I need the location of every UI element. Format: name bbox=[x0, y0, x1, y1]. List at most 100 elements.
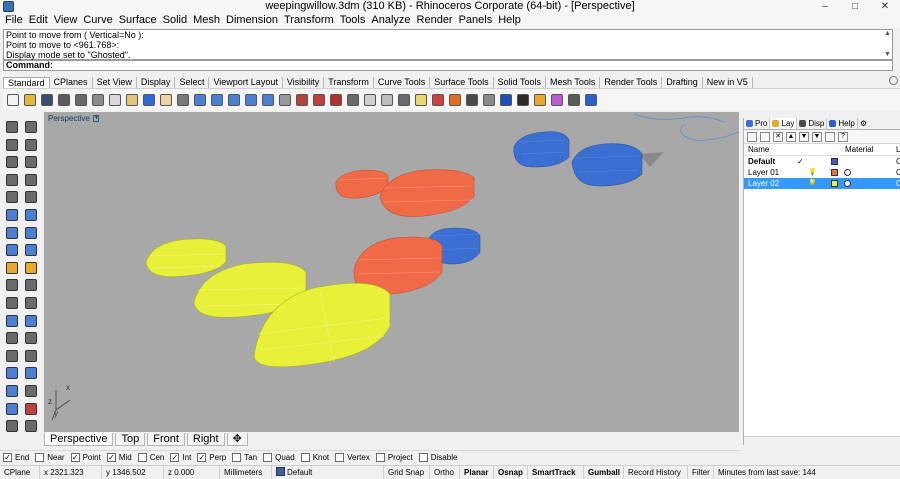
new-icon[interactable] bbox=[5, 92, 21, 108]
import-icon[interactable] bbox=[73, 92, 89, 108]
move-down-icon[interactable]: ▼ bbox=[799, 131, 809, 142]
drafting-icon[interactable] bbox=[4, 418, 20, 434]
polygon-icon[interactable] bbox=[23, 172, 39, 188]
grid-icon[interactable] bbox=[311, 92, 327, 108]
filter-toggle[interactable]: Filter bbox=[688, 465, 714, 479]
horizontal-scrollbar[interactable] bbox=[744, 436, 900, 445]
rendered-icon[interactable] bbox=[498, 92, 514, 108]
menu-solid[interactable]: Solid bbox=[160, 13, 190, 28]
layer-material-icon[interactable] bbox=[844, 180, 851, 187]
units-label[interactable]: Millimeters bbox=[220, 465, 272, 479]
layer-tools-icon[interactable] bbox=[825, 131, 835, 142]
checkbox[interactable] bbox=[137, 453, 147, 462]
maximize-icon[interactable]: □ bbox=[840, 0, 870, 13]
menu-help[interactable]: Help bbox=[495, 13, 524, 28]
tab-surface-tools[interactable]: Surface Tools bbox=[430, 77, 494, 88]
osnap-vertex[interactable]: Vertex bbox=[335, 453, 370, 462]
layer-help-icon[interactable]: ? bbox=[838, 131, 848, 142]
move-icon[interactable] bbox=[4, 313, 20, 329]
layer-current-mark[interactable]: ✓ bbox=[797, 157, 804, 166]
help-icon[interactable] bbox=[583, 92, 599, 108]
osnap-end[interactable]: ✓ End bbox=[3, 453, 29, 462]
osnap-disable[interactable]: Disable bbox=[418, 453, 457, 462]
current-layer[interactable]: Default bbox=[272, 465, 384, 479]
wireframe-icon[interactable] bbox=[464, 92, 480, 108]
array-icon[interactable] bbox=[23, 348, 39, 364]
undo-icon[interactable] bbox=[141, 92, 157, 108]
filter-icon[interactable] bbox=[566, 92, 582, 108]
command-line[interactable]: Command: bbox=[3, 60, 893, 71]
layer-material-icon[interactable] bbox=[844, 169, 851, 176]
ellipse-icon[interactable] bbox=[4, 189, 20, 205]
tab-visibility[interactable]: Visibility bbox=[283, 77, 325, 88]
menu-curve[interactable]: Curve bbox=[80, 13, 115, 28]
checkbox[interactable] bbox=[375, 453, 385, 462]
checkbox[interactable]: ✓ bbox=[197, 453, 207, 462]
menu-panels[interactable]: Panels bbox=[456, 13, 496, 28]
view-tab-front[interactable]: Front bbox=[147, 433, 185, 446]
freeform-icon[interactable] bbox=[23, 189, 39, 205]
layer-color-swatch[interactable] bbox=[831, 180, 838, 187]
polyline-icon[interactable] bbox=[4, 137, 20, 153]
tab-render-tools[interactable]: Render Tools bbox=[600, 77, 663, 88]
layer-color-swatch[interactable] bbox=[831, 169, 838, 176]
light-icon[interactable] bbox=[413, 92, 429, 108]
named-view-icon[interactable] bbox=[277, 92, 293, 108]
shaded-icon[interactable] bbox=[481, 92, 497, 108]
pan-icon[interactable] bbox=[158, 92, 174, 108]
layer-row[interactable]: Layer 01 💡 C bbox=[744, 167, 900, 178]
join-icon[interactable] bbox=[23, 260, 39, 276]
scroll-up-icon[interactable]: ▲ bbox=[884, 30, 892, 38]
tab-standard[interactable]: Standard bbox=[3, 77, 50, 88]
tab-transform[interactable]: Transform bbox=[324, 77, 374, 88]
layer-row[interactable]: Layer 02 💡 C bbox=[744, 178, 900, 189]
move-up-icon[interactable]: ▲ bbox=[786, 131, 796, 142]
close-icon[interactable]: ✕ bbox=[870, 0, 900, 13]
menu-transform[interactable]: Transform bbox=[281, 13, 337, 28]
select-icon[interactable] bbox=[345, 92, 361, 108]
checkbox[interactable]: ✓ bbox=[170, 453, 180, 462]
circle-icon[interactable] bbox=[4, 154, 20, 170]
osnap-mid[interactable]: ✓ Mid bbox=[106, 453, 132, 462]
menu-analyze[interactable]: Analyze bbox=[368, 13, 413, 28]
tab-cplanes[interactable]: CPlanes bbox=[50, 77, 93, 88]
show-icon[interactable] bbox=[396, 92, 412, 108]
dimension-icon[interactable] bbox=[4, 365, 20, 381]
filter-layers-icon[interactable]: ▼ bbox=[812, 131, 822, 142]
add-viewport-icon[interactable]: ✥ bbox=[226, 433, 248, 446]
checkbox[interactable] bbox=[232, 453, 242, 462]
checkbox[interactable] bbox=[418, 453, 428, 462]
view-tab-top[interactable]: Top bbox=[115, 433, 146, 446]
grid-snap-toggle[interactable]: Grid Snap bbox=[384, 465, 430, 479]
menu-file[interactable]: File bbox=[2, 13, 26, 28]
copy-icon[interactable] bbox=[107, 92, 123, 108]
tab-display[interactable]: Display bbox=[137, 77, 176, 88]
rectangle-icon[interactable] bbox=[4, 172, 20, 188]
rotate-icon[interactable] bbox=[4, 330, 20, 346]
rotate-view-icon[interactable] bbox=[175, 92, 191, 108]
trim-icon[interactable] bbox=[4, 277, 20, 293]
panel-gear-icon[interactable]: ⚙ bbox=[858, 118, 869, 129]
planar-toggle[interactable]: Planar bbox=[460, 465, 494, 479]
four-view-icon[interactable] bbox=[294, 92, 310, 108]
color-wheel-icon[interactable] bbox=[447, 92, 463, 108]
osnap-near[interactable]: Near bbox=[35, 453, 65, 462]
split-icon[interactable] bbox=[23, 277, 39, 293]
select-arrow-icon[interactable] bbox=[4, 119, 20, 135]
osnap-int[interactable]: ✓ Int bbox=[170, 453, 191, 462]
gear-icon[interactable] bbox=[889, 76, 898, 85]
mesh-icon[interactable] bbox=[4, 242, 20, 258]
menu-view[interactable]: View bbox=[51, 13, 81, 28]
menu-tools[interactable]: Tools bbox=[337, 13, 369, 28]
scroll-down-icon[interactable]: ▼ bbox=[884, 51, 892, 59]
fillet-icon[interactable] bbox=[4, 295, 20, 311]
osnap-tan[interactable]: Tan bbox=[232, 453, 257, 462]
tab-drafting[interactable]: Drafting bbox=[662, 77, 703, 88]
offset-icon[interactable] bbox=[23, 295, 39, 311]
dim-text-icon[interactable] bbox=[23, 383, 39, 399]
panel-tab-help[interactable]: Help bbox=[827, 118, 858, 129]
layer-visibility-icon[interactable]: 💡 bbox=[808, 179, 817, 187]
layer-row[interactable]: Default ✓ C bbox=[744, 156, 900, 167]
boolean-icon[interactable] bbox=[23, 242, 39, 258]
checkbox[interactable] bbox=[263, 453, 273, 462]
